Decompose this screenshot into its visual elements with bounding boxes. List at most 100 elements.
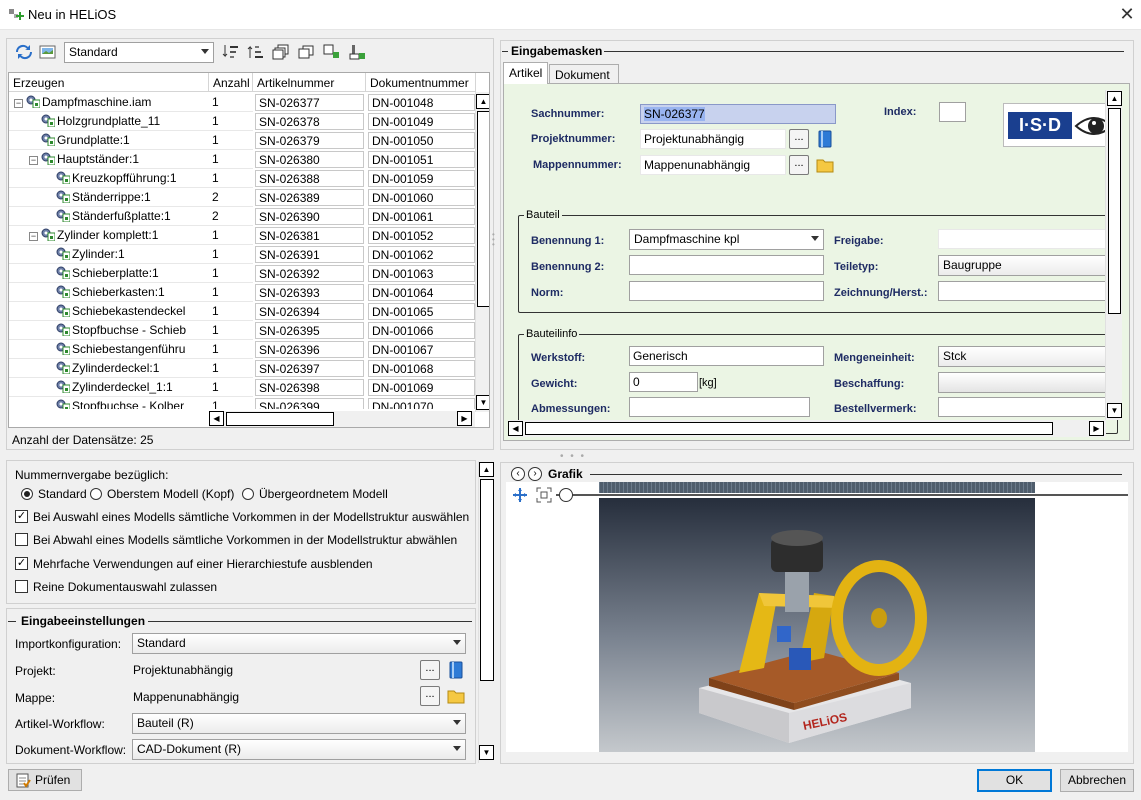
row-document-number[interactable]: DN-001060 [368, 189, 475, 206]
index-field[interactable] [939, 102, 966, 122]
row-article-number[interactable]: SN-026381 [255, 227, 364, 244]
project-browse-button[interactable]: ... [420, 660, 440, 680]
row-document-number[interactable]: DN-001051 [368, 151, 475, 168]
row-article-number[interactable]: SN-026391 [255, 246, 364, 263]
row-name-cell[interactable]: Zylinder:1 [9, 245, 209, 264]
collapse-all-icon[interactable] [297, 44, 315, 60]
beschaffung-select[interactable] [938, 372, 1118, 393]
row-article-number[interactable]: SN-026379 [255, 132, 364, 149]
row-article-number[interactable]: SN-026378 [255, 113, 364, 130]
row-name-cell[interactable]: Ständerrippe:1 [9, 188, 209, 207]
teiletyp-select[interactable]: Baugruppe [938, 255, 1118, 276]
row-article-number[interactable]: SN-026377 [255, 94, 364, 111]
row-name-cell[interactable]: Stopfbuchse - Kolber [9, 397, 209, 409]
row-article-number[interactable]: SN-026397 [255, 360, 364, 377]
sort-up-icon[interactable] [247, 44, 265, 60]
radio-top-model[interactable] [90, 488, 102, 500]
expand-all-icon[interactable] [272, 44, 290, 60]
zeichnung-field[interactable] [938, 281, 1118, 301]
form-hscroll[interactable]: ◀ ▶ [508, 420, 1106, 437]
options-vscroll-thumb[interactable] [480, 479, 494, 681]
row-article-number[interactable]: SN-026399 [255, 398, 364, 409]
bestellvermerk-field[interactable] [938, 397, 1118, 417]
close-icon[interactable]: ✕ [1118, 4, 1136, 25]
form-hscroll-thumb[interactable] [525, 422, 1053, 435]
row-name-cell[interactable]: Schiebekastendeckel [9, 302, 209, 321]
col-header-anzahl[interactable]: Anzahl [209, 73, 253, 92]
options-vscroll[interactable]: ▲ ▼ [478, 461, 494, 763]
row-name-cell[interactable]: Schieberplatte:1 [9, 264, 209, 283]
row-article-number[interactable]: SN-026394 [255, 303, 364, 320]
scroll-right-icon[interactable]: ▶ [457, 411, 472, 426]
table-row[interactable]: Ständerrippe:1 2 SN-026389 DN-001060 [9, 188, 475, 207]
row-article-number[interactable]: SN-026388 [255, 170, 364, 187]
row-name-cell[interactable]: Schiebestangenführu [9, 340, 209, 359]
row-name-cell[interactable]: Zylinderdeckel:1 [9, 359, 209, 378]
row-article-number[interactable]: SN-026396 [255, 341, 364, 358]
werkstoff-field[interactable]: Generisch [629, 346, 824, 366]
row-document-number[interactable]: DN-001049 [368, 113, 475, 130]
row-document-number[interactable]: DN-001059 [368, 170, 475, 187]
viewer[interactable]: HELiOS [506, 482, 1128, 752]
row-name-cell[interactable]: − Dampfmaschine.iam [9, 93, 209, 112]
table-row[interactable]: Schieberkasten:1 1 SN-026393 DN-001064 [9, 283, 475, 302]
row-document-number[interactable]: DN-001066 [368, 322, 475, 339]
form-vscroll[interactable]: ▲ ▼ [1105, 90, 1122, 420]
scroll-up-icon[interactable]: ▲ [1107, 91, 1122, 106]
zoom-track[interactable] [556, 494, 1128, 496]
scroll-up-icon[interactable]: ▲ [479, 462, 494, 477]
scroll-down-icon[interactable]: ▼ [479, 745, 494, 760]
mappennummer-folder-icon[interactable] [815, 155, 835, 175]
grid-hscroll[interactable]: ◀ ▶ [209, 411, 475, 427]
collapse-icon[interactable]: − [14, 99, 23, 108]
table-row[interactable]: Holzgrundplatte_11 1 SN-026378 DN-001049 [9, 112, 475, 131]
row-document-number[interactable]: DN-001062 [368, 246, 475, 263]
norm-field[interactable] [629, 281, 824, 301]
row-name-cell[interactable]: Stopfbuchse - Schieb [9, 321, 209, 340]
row-article-number[interactable]: SN-026395 [255, 322, 364, 339]
next-icon[interactable]: › [528, 467, 542, 481]
freigabe-field[interactable] [938, 229, 1118, 249]
table-row[interactable]: Stopfbuchse - Schieb 1 SN-026395 DN-001066 [9, 321, 475, 340]
grid-hscroll-thumb[interactable] [226, 412, 334, 426]
tab-dokument[interactable]: Dokument [549, 64, 619, 84]
projektnummer-field[interactable]: Projektunabhängig [640, 129, 786, 149]
row-article-number[interactable]: SN-026393 [255, 284, 364, 301]
projektnummer-book-icon[interactable] [815, 129, 835, 149]
prev-icon[interactable]: ‹ [511, 467, 525, 481]
import-config-select[interactable]: Standard [132, 633, 466, 654]
mappennummer-browse-button[interactable]: ... [789, 155, 809, 175]
row-name-cell[interactable]: − Zylinder komplett:1 [9, 226, 209, 245]
col-header-dokumentnummer[interactable]: Dokumentnummer [366, 73, 476, 92]
grid-vscroll[interactable]: ▲ ▼ [475, 92, 489, 412]
row-name-cell[interactable]: − Hauptständer:1 [9, 150, 209, 169]
table-row[interactable]: − Hauptständer:1 1 SN-026380 DN-001051 [9, 150, 475, 169]
document-workflow-select[interactable]: CAD-Dokument (R) [132, 739, 466, 760]
row-document-number[interactable]: DN-001063 [368, 265, 475, 282]
benennung1-select[interactable]: Dampfmaschine kpl [629, 229, 824, 250]
check-select-all-occurrences[interactable]: ✓ [15, 510, 28, 523]
row-name-cell[interactable]: Schieberkasten:1 [9, 283, 209, 302]
scroll-left-icon[interactable]: ◀ [508, 421, 523, 436]
gewicht-field[interactable]: 0 [629, 372, 698, 392]
scroll-left-icon[interactable]: ◀ [209, 411, 224, 426]
row-name-cell[interactable]: Ständerfußplatte:1 [9, 207, 209, 226]
row-document-number[interactable]: DN-001070 [368, 398, 475, 409]
check-hide-multiple-uses[interactable]: ✓ [15, 557, 28, 570]
folder-browse-button[interactable]: ... [420, 686, 440, 706]
table-row[interactable]: Grundplatte:1 1 SN-026379 DN-001050 [9, 131, 475, 150]
table-row[interactable]: Schiebekastendeckel 1 SN-026394 DN-001065 [9, 302, 475, 321]
mengeneinheit-select[interactable]: Stck [938, 346, 1118, 367]
row-document-number[interactable]: DN-001061 [368, 208, 475, 225]
table-row[interactable]: Zylinderdeckel:1 1 SN-026397 DN-001068 [9, 359, 475, 378]
tab-artikel[interactable]: Artikel [503, 62, 548, 84]
radio-parent-model[interactable] [242, 488, 254, 500]
scroll-right-icon[interactable]: ▶ [1089, 421, 1104, 436]
table-row[interactable]: Zylinder:1 1 SN-026391 DN-001062 [9, 245, 475, 264]
row-article-number[interactable]: SN-026398 [255, 379, 364, 396]
sort-down-icon[interactable] [222, 44, 240, 60]
benennung2-field[interactable] [629, 255, 824, 275]
row-document-number[interactable]: DN-001069 [368, 379, 475, 396]
row-document-number[interactable]: DN-001068 [368, 360, 475, 377]
table-row[interactable]: Schieberplatte:1 1 SN-026392 DN-001063 [9, 264, 475, 283]
